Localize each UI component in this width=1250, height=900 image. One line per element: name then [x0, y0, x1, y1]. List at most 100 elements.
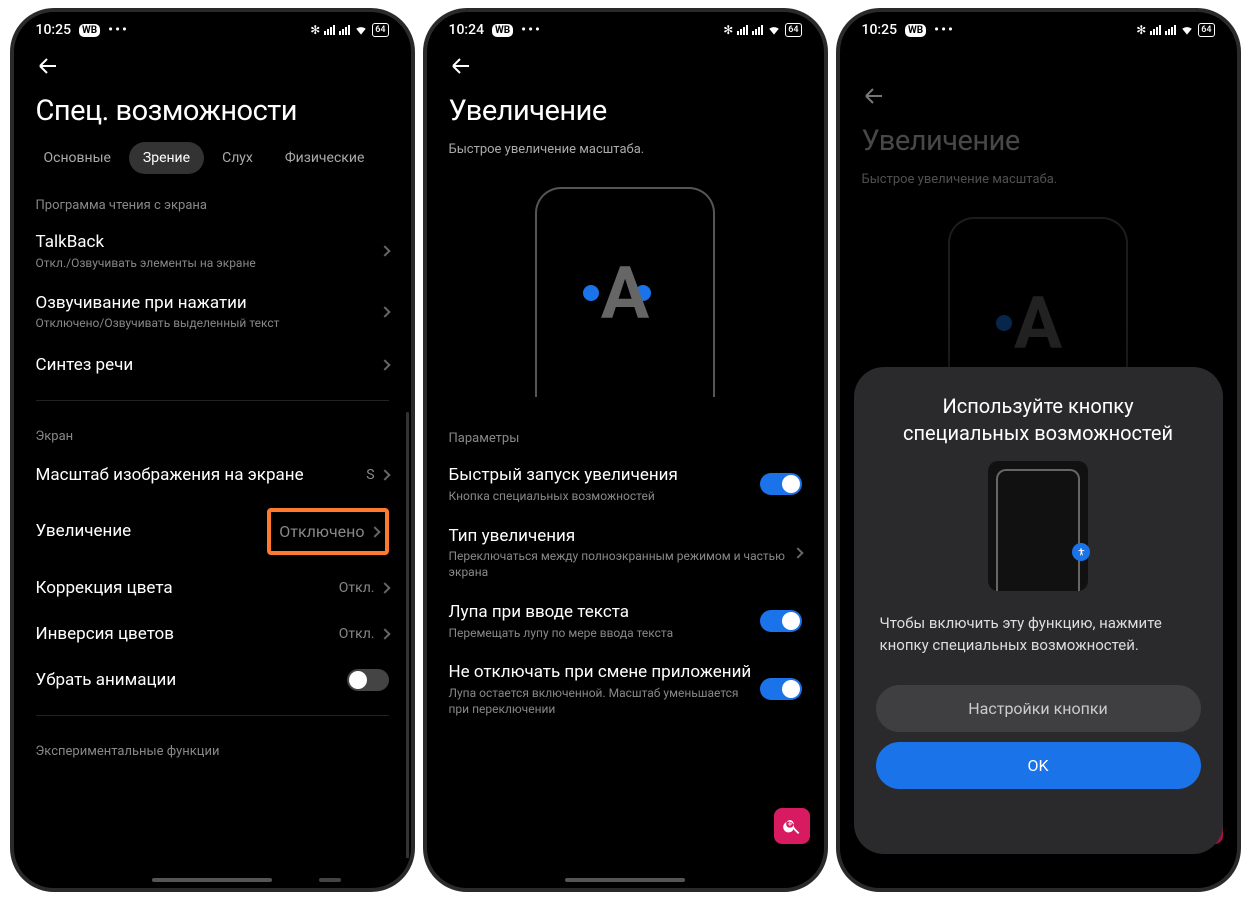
- letter-a-icon: A: [1014, 281, 1062, 366]
- page-subtitle: Быстрое увеличение масштаба.: [840, 172, 1237, 195]
- item-value: Отключено: [279, 522, 364, 541]
- section-header-screen: Экран: [36, 413, 389, 452]
- status-time: 10:24: [449, 22, 485, 38]
- dialog-title: Используйте кнопку специальных возможнос…: [876, 393, 1201, 461]
- toggle-keep-on-switch[interactable]: [760, 678, 802, 700]
- dialog-text: Чтобы включить эту функцию, нажмите кноп…: [876, 609, 1201, 675]
- status-bar: 10:24 WB ••• ✻ 64: [427, 12, 824, 42]
- status-icons: ✻ 64: [1136, 23, 1214, 37]
- item-title: TalkBack: [36, 231, 381, 254]
- chevron-right-icon: [379, 306, 390, 317]
- chevron-right-icon: [379, 246, 390, 257]
- highlight-box: Отключено: [267, 508, 388, 555]
- item-subtitle: Откл./Озвучивать элементы на экране: [36, 256, 381, 272]
- signal-icon: [1150, 25, 1161, 35]
- item-tap-to-speak[interactable]: Озвучивание при нажатии Отключено/Озвучи…: [36, 282, 389, 343]
- battery-icon: 64: [372, 23, 388, 37]
- item-title: Тип увеличения: [449, 525, 794, 548]
- item-title: Масштаб изображения на экране: [36, 464, 367, 487]
- toggle-quick-launch[interactable]: [760, 473, 802, 495]
- toggle-typing-magnifier[interactable]: [760, 610, 802, 632]
- section-header-params: Параметры: [449, 415, 802, 454]
- chevron-right-icon: [379, 628, 390, 639]
- item-title: Быстрый запуск увеличения: [449, 464, 760, 487]
- signal-icon: [324, 25, 335, 35]
- page-subtitle: Быстрое увеличение масштаба.: [427, 142, 824, 165]
- item-display-scale[interactable]: Масштаб изображения на экране S: [36, 452, 389, 498]
- item-magnification[interactable]: Увеличение Отключено: [36, 498, 389, 565]
- scrollbar-indicator: [406, 412, 409, 858]
- status-icons: ✻ 64: [723, 23, 801, 37]
- signal-icon-2: [339, 25, 350, 35]
- accessibility-button-icon: [1072, 543, 1090, 561]
- chevron-right-icon: [379, 469, 390, 480]
- home-indicator-secondary: [319, 878, 341, 882]
- item-title: Озвучивание при нажатии: [36, 292, 381, 315]
- button-settings[interactable]: Настройки кнопки: [876, 685, 1201, 732]
- item-title: Инверсия цветов: [36, 623, 339, 646]
- accessibility-fab[interactable]: [774, 808, 810, 844]
- notification-dots: •••: [521, 22, 542, 38]
- tab-physical[interactable]: Физические: [271, 142, 379, 174]
- page-title: Увеличение: [427, 82, 824, 142]
- home-indicator[interactable]: [152, 878, 272, 882]
- item-subtitle: Перемещать лупу по мере ввода текста: [449, 626, 760, 642]
- button-ok[interactable]: OK: [876, 742, 1201, 789]
- tab-hearing[interactable]: Слух: [208, 142, 267, 174]
- item-subtitle: Кнопка специальных возможностей: [449, 489, 760, 505]
- home-indicator[interactable]: [565, 878, 685, 882]
- status-bar: 10:25 WB ••• ✻ 64: [14, 12, 411, 42]
- toggle-remove-animations[interactable]: [347, 669, 389, 691]
- dialog-illustration: [988, 461, 1088, 591]
- item-color-inversion[interactable]: Инверсия цветов Откл.: [36, 611, 389, 657]
- status-time: 10:25: [862, 22, 898, 38]
- signal-icon: [737, 25, 748, 35]
- bluetooth-icon: ✻: [1136, 23, 1146, 37]
- item-remove-animations: Убрать анимации: [36, 657, 389, 703]
- item-tts[interactable]: Синтез речи: [36, 342, 389, 388]
- wifi-icon: [1180, 23, 1194, 37]
- item-color-correction[interactable]: Коррекция цвета Откл.: [36, 565, 389, 611]
- touch-dot-icon: [996, 315, 1012, 331]
- status-time: 10:25: [36, 22, 72, 38]
- zoom-in-icon: [782, 816, 802, 836]
- item-title: Увеличение: [36, 520, 268, 543]
- wifi-icon: [767, 23, 781, 37]
- notification-dots: •••: [108, 22, 129, 38]
- item-talkback[interactable]: TalkBack Откл./Озвучивать элементы на эк…: [36, 221, 389, 282]
- item-title: Не отключать при смене приложений: [449, 661, 760, 684]
- item-title: Коррекция цвета: [36, 577, 339, 600]
- wb-badge: WB: [492, 24, 513, 37]
- item-subtitle: Переключаться между полноэкранным режимо…: [449, 549, 794, 580]
- phone-screen-3: 10:25 WB ••• ✻ 64 Увеличение Быстрое уве…: [836, 8, 1241, 892]
- item-quick-launch: Быстрый запуск увеличения Кнопка специал…: [449, 454, 802, 515]
- phone-screen-2: 10:24 WB ••• ✻ 64 Увеличение Быстрое уве…: [423, 8, 828, 892]
- back-arrow-icon[interactable]: [36, 54, 60, 78]
- accessibility-dialog: Используйте кнопку специальных возможнос…: [854, 367, 1223, 854]
- wb-badge: WB: [79, 24, 100, 37]
- item-magnification-type[interactable]: Тип увеличения Переключаться между полно…: [449, 515, 802, 591]
- page-title: Спец. возможности: [14, 82, 411, 142]
- chevron-right-icon: [379, 582, 390, 593]
- page-title: Увеличение: [840, 112, 1237, 172]
- item-subtitle: Лупа остается включенной. Масштаб уменьш…: [449, 686, 760, 717]
- signal-icon-2: [752, 25, 763, 35]
- back-arrow-icon[interactable]: [449, 54, 473, 78]
- signal-icon-2: [1165, 25, 1176, 35]
- item-typing-magnifier: Лупа при вводе текста Перемещать лупу по…: [449, 591, 802, 652]
- status-bar: 10:25 WB ••• ✻ 64: [840, 12, 1237, 42]
- item-title: Синтез речи: [36, 354, 381, 377]
- back-arrow-icon: [862, 84, 886, 108]
- magnification-illustration: A: [535, 187, 715, 397]
- chevron-right-icon: [792, 547, 803, 558]
- tab-vision[interactable]: Зрение: [129, 142, 204, 174]
- phone-screen-1: 10:25 WB ••• ✻ 64 Спец. возможности Осно…: [10, 8, 415, 892]
- bluetooth-icon: ✻: [723, 23, 733, 37]
- wifi-icon: [354, 23, 368, 37]
- divider: [36, 715, 389, 716]
- battery-icon: 64: [785, 23, 801, 37]
- tab-main[interactable]: Основные: [30, 142, 125, 174]
- item-value: S: [366, 467, 374, 483]
- item-title: Убрать анимации: [36, 669, 347, 692]
- item-value: Откл.: [339, 580, 375, 596]
